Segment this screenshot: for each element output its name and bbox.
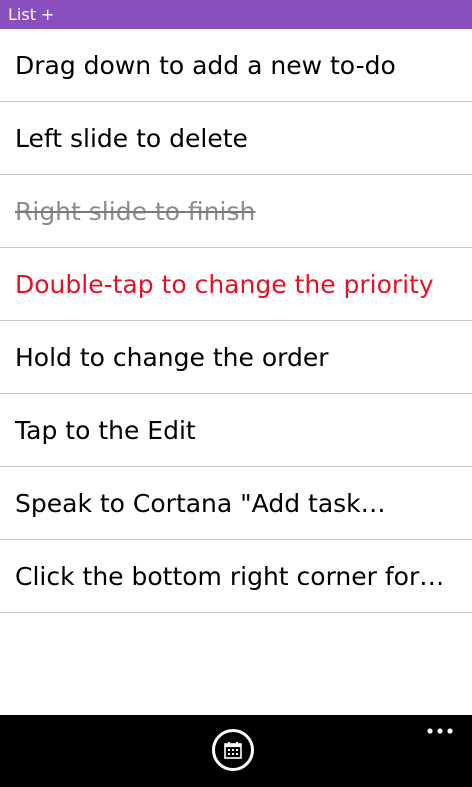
task-item-priority-hint[interactable]: Double-tap to change the priority — [0, 248, 472, 321]
task-list: Drag down to add a new to-do Left slide … — [0, 29, 472, 613]
title-bar: List + — [0, 0, 472, 29]
task-item-finish-hint[interactable]: Right slide to finish — [0, 175, 472, 248]
more-icon — [427, 728, 453, 734]
more-button[interactable] — [426, 725, 454, 737]
task-item-add-hint[interactable]: Drag down to add a new to-do — [0, 29, 472, 102]
task-item-edit-hint[interactable]: Tap to the Edit — [0, 394, 472, 467]
task-item-corner-hint[interactable]: Click the bottom right corner for… — [0, 540, 472, 613]
task-item-cortana-hint[interactable]: Speak to Cortana "Add task… — [0, 467, 472, 540]
calendar-icon — [224, 742, 242, 759]
app-window: List + Drag down to add a new to-do Left… — [0, 0, 472, 787]
calendar-button[interactable] — [212, 729, 254, 771]
task-item-delete-hint[interactable]: Left slide to delete — [0, 102, 472, 175]
app-title: List + — [8, 5, 55, 24]
task-item-order-hint[interactable]: Hold to change the order — [0, 321, 472, 394]
app-bar — [0, 715, 472, 787]
